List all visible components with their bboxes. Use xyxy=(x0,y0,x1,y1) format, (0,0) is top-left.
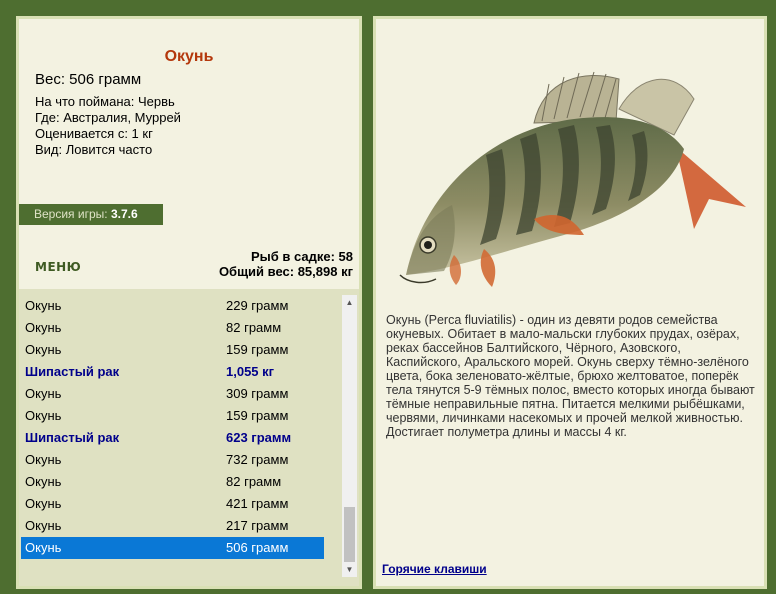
catch-item-weight: 732 грамм xyxy=(226,452,289,467)
catch-item-weight: 1,055 кг xyxy=(226,364,275,379)
catch-item-name: Окунь xyxy=(25,408,62,423)
total-weight: Общий вес: 85,898 кг xyxy=(218,264,353,279)
catch-item-weight: 159 грамм xyxy=(226,342,289,357)
menu-button[interactable]: МЕНЮ xyxy=(35,260,81,274)
catch-list-panel: Окунь 229 грамм Окунь 82 грамм Окунь 159 грам… xyxy=(16,289,362,589)
version-value: 3.7.6 xyxy=(110,207,138,221)
fish-frequency: Вид: Ловится часто xyxy=(35,142,153,157)
catch-list-item[interactable]: Окунь 159 грамм xyxy=(21,405,324,427)
perch-fish-icon xyxy=(399,71,746,287)
catch-item-name: Шипастый рак xyxy=(25,364,120,379)
catch-item-weight: 309 грамм xyxy=(226,386,289,401)
catch-item-weight: 229 грамм xyxy=(226,298,289,313)
catch-list-item[interactable]: Окунь 732 грамм xyxy=(21,449,324,471)
catch-item-name: Окунь xyxy=(25,496,62,511)
catch-list-item[interactable]: Окунь 82 грамм xyxy=(21,317,324,339)
catch-item-name: Окунь xyxy=(25,518,62,533)
catch-list-item[interactable]: Окунь 309 грамм xyxy=(21,383,324,405)
fish-valued-from: Оценивается с: 1 кг xyxy=(35,126,153,141)
list-scrollbar[interactable]: ▲ ▼ xyxy=(342,295,357,577)
scrollbar-thumb[interactable] xyxy=(344,507,355,562)
catch-item-name: Шипастый рак xyxy=(25,430,120,445)
fish-details: На что поймана: Червь Где: Австралия, Му… xyxy=(35,94,181,158)
catch-item-weight: 82 грамм xyxy=(226,474,282,489)
catch-item-weight: 421 грамм xyxy=(226,496,289,511)
catch-item-name: Окунь xyxy=(25,342,62,357)
catch-stats: Рыб в садке: 58 Общий вес: 85,898 кг xyxy=(219,249,353,279)
fish-image xyxy=(384,39,764,299)
fish-description-panel: Окунь (Perca fluviatilis) - один из девя… xyxy=(373,16,767,589)
catch-item-weight: 82 грамм xyxy=(226,320,282,335)
scroll-up-arrow-icon[interactable]: ▲ xyxy=(342,295,357,310)
catch-item-name: Окунь xyxy=(25,540,62,555)
fish-info-panel: Окунь Вес: 506 грамм На что поймана: Чер… xyxy=(16,16,362,289)
catch-list[interactable]: Окунь 229 грамм Окунь 82 грамм Окунь 159 грам… xyxy=(21,295,324,559)
catch-item-weight: 159 грамм xyxy=(226,408,289,423)
fish-title: Окунь xyxy=(164,48,214,65)
fish-description: Окунь (Perca fluviatilis) - один из девя… xyxy=(386,313,755,439)
catch-list-item[interactable]: Окунь 217 грамм xyxy=(21,515,324,537)
version-label: Версия игры: xyxy=(34,207,111,221)
catch-item-name: Окунь xyxy=(25,474,62,489)
fish-location: Где: Австралия, Муррей xyxy=(35,110,181,125)
hotkeys-link[interactable]: Горячие клавиши xyxy=(382,562,487,576)
scroll-down-arrow-icon[interactable]: ▼ xyxy=(342,562,357,577)
catch-item-name: Окунь xyxy=(25,452,62,467)
version-badge: Версия игры: 3.7.6 xyxy=(19,204,163,225)
catch-item-weight: 506 грамм xyxy=(226,540,289,555)
catch-list-item[interactable]: Окунь 229 грамм xyxy=(21,295,324,317)
fish-bait: На что поймана: Червь xyxy=(35,94,175,109)
catch-item-weight: 623 грамм xyxy=(226,430,292,445)
catch-list-item[interactable]: Окунь 159 грамм xyxy=(21,339,324,361)
catch-item-name: Окунь xyxy=(25,298,62,313)
fish-count: Рыб в садке: 58 xyxy=(250,249,353,264)
catch-list-item[interactable]: Окунь 506 грамм xyxy=(21,537,324,559)
catch-list-item[interactable]: Шипастый рак 1,055 кг xyxy=(21,361,324,383)
catch-list-item[interactable]: Окунь 421 грамм xyxy=(21,493,324,515)
catch-list-item[interactable]: Окунь 82 грамм xyxy=(21,471,324,493)
catch-item-name: Окунь xyxy=(25,386,62,401)
catch-item-name: Окунь xyxy=(25,320,62,335)
catch-list-item[interactable]: Шипастый рак 623 грамм xyxy=(21,427,324,449)
catch-item-weight: 217 грамм xyxy=(226,518,289,533)
fish-weight: Вес: 506 грамм xyxy=(35,71,142,88)
